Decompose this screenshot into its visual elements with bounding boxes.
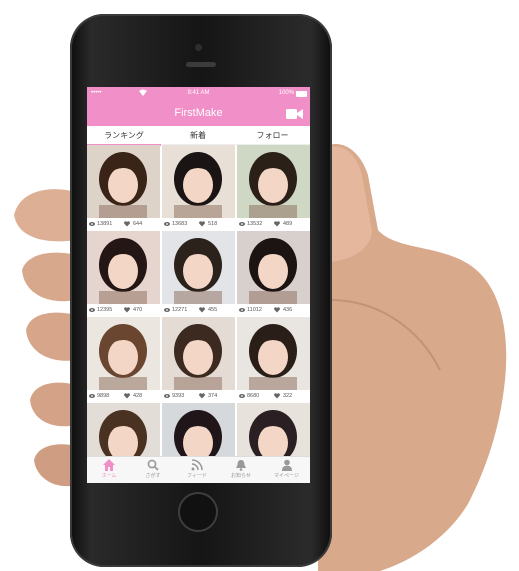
like-count: 436 [283,307,293,313]
profile-photo[interactable] [237,231,310,304]
profile-photo[interactable] [162,317,235,390]
app-header: FirstMake [87,101,310,126]
profile-photo[interactable] [87,317,160,390]
heart-icon [199,221,205,227]
app-screen: ••••• 9:41 AM 100% FirstMake ランキング 新着 フォ… [87,87,310,483]
view-count: 13891 [97,221,113,227]
view-count: 9393 [172,393,185,399]
nav-mypage[interactable]: マイページ [263,459,310,479]
front-camera [195,44,202,51]
heart-icon [274,221,280,227]
heart-icon [199,393,205,399]
eye-icon [164,308,170,312]
nav-home[interactable]: ホーム [87,459,131,479]
like-count: 489 [283,221,293,227]
grid-item[interactable]: 13683 518 [162,145,235,229]
nav-notifications[interactable]: お知らせ [219,459,263,479]
bottom-nav: ホーム さがす フィード お知らせ マイページ [87,456,310,483]
home-button[interactable] [178,492,218,532]
tab-new[interactable]: 新着 [161,130,235,141]
video-camera-icon[interactable] [286,109,303,119]
profile-photo[interactable] [237,317,310,390]
photo-stats: 13532 489 [237,219,310,229]
eye-icon [164,394,170,398]
rss-icon [191,459,203,471]
view-count: 11012 [247,307,262,313]
home-icon [103,459,115,471]
eye-icon [89,308,95,312]
like-count: 455 [208,307,218,313]
grid-item[interactable]: 13532 489 [237,145,310,229]
heart-icon [124,221,130,227]
profile-photo[interactable] [237,145,310,218]
tab-follow[interactable]: フォロー [235,130,310,141]
grid-item[interactable]: 12395 470 [87,231,160,315]
grid-item[interactable]: 9898 428 [87,317,160,401]
nav-feed[interactable]: フィード [175,459,219,479]
view-count: 12271 [172,307,188,313]
tab-bar: ランキング 新着 フォロー [87,126,310,146]
like-count: 428 [133,393,143,399]
view-count: 8680 [247,393,260,399]
tab-ranking[interactable]: ランキング [87,130,161,146]
view-count: 13683 [172,221,188,227]
profile-photo[interactable] [87,145,160,218]
eye-icon [239,308,245,312]
earpiece-speaker [186,62,216,67]
photo-stats: 11012 436 [237,305,310,315]
search-icon [147,459,159,471]
eye-icon [89,222,95,226]
profile-photo[interactable] [162,231,235,304]
status-time: 9:41 AM [187,90,210,96]
like-count: 644 [133,221,143,227]
eye-icon [89,394,95,398]
app-title: FirstMake [174,107,223,119]
eye-icon [239,222,245,226]
nav-search[interactable]: さがす [131,459,175,479]
nav-home-label: ホーム [101,473,117,479]
photo-stats: 9393 374 [162,391,235,401]
bell-icon [236,460,246,471]
grid-item[interactable]: 11012 436 [237,231,310,315]
grid-item[interactable]: 9393 374 [162,317,235,401]
grid-item[interactable]: 13891 644 [87,145,160,229]
grid-item[interactable]: 8680 322 [237,317,310,401]
nav-mypage-label: マイページ [274,473,299,479]
status-bar: ••••• 9:41 AM 100% [87,87,310,101]
eye-icon [164,222,170,226]
like-count: 374 [208,393,218,399]
photo-stats: 9898 428 [87,391,160,401]
profile-photo[interactable] [162,145,235,218]
view-count: 13532 [247,221,263,227]
grid-item[interactable]: 12271 455 [162,231,235,315]
heart-icon [274,307,280,313]
nav-feed-label: フィード [187,473,207,479]
view-count: 12395 [97,307,113,313]
like-count: 470 [133,307,143,313]
nav-notifications-label: お知らせ [231,473,251,479]
heart-icon [124,393,130,399]
photo-stats: 13683 518 [162,219,235,229]
photo-stats: 13891 644 [87,219,160,229]
photo-stats: 12271 455 [162,305,235,315]
view-count: 9898 [97,393,110,399]
photo-stats: 8680 322 [237,391,310,401]
battery-icon [296,91,307,97]
like-count: 322 [283,393,293,399]
heart-icon [274,393,280,399]
heart-icon [124,307,130,313]
profile-photo[interactable] [87,231,160,304]
eye-icon [239,394,245,398]
photo-stats: 12395 470 [87,305,160,315]
user-icon [281,459,292,471]
like-count: 518 [208,221,218,227]
heart-icon [199,307,205,313]
battery-percent: 100% [278,90,294,96]
nav-search-label: さがす [145,473,161,479]
